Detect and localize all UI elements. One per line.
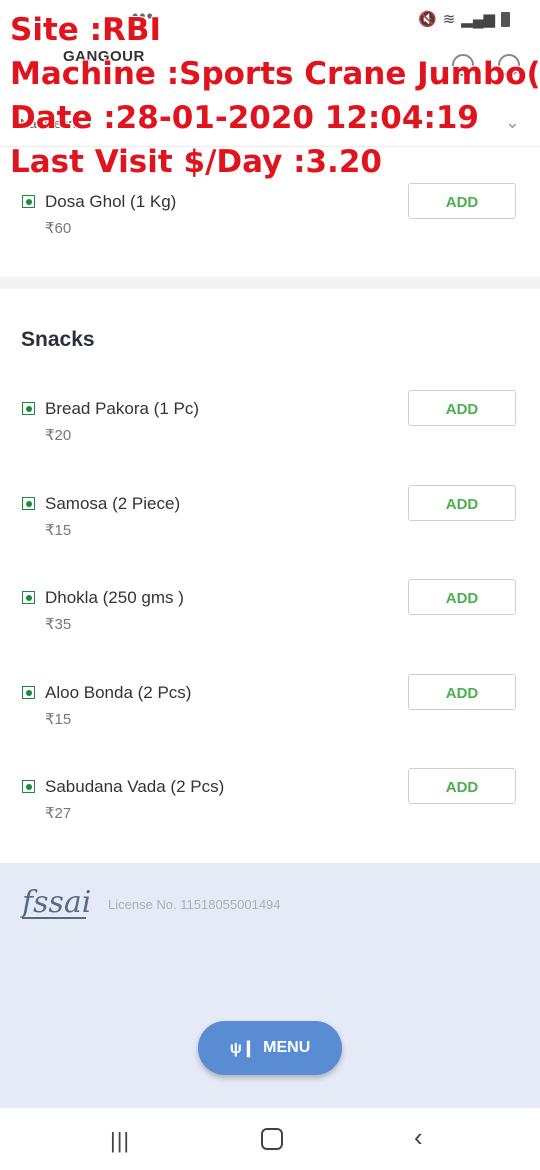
veg-icon xyxy=(22,591,35,604)
section-divider xyxy=(0,277,540,289)
item-price: ₹27 xyxy=(45,805,72,822)
veg-icon xyxy=(22,195,35,208)
veg-icon xyxy=(22,686,35,699)
cutlery-icon: ψ❙ xyxy=(229,1040,256,1057)
add-button[interactable]: ADD xyxy=(408,485,516,521)
system-nav-bar: ||| ‹ xyxy=(0,1108,540,1170)
item-name: Dhokla (250 gms ) xyxy=(45,588,184,607)
overlay-last-visit: Last Visit $/Day :3.20 xyxy=(10,144,382,180)
license-number: License No. 11518055001494 xyxy=(108,897,281,912)
debug-overlay: Site :RBI Machine :Sports Crane Jumbo( D… xyxy=(10,8,540,184)
home-icon[interactable] xyxy=(261,1128,283,1150)
list-item: Dosa Ghol (1 Kg) ₹60 ADD xyxy=(0,183,540,252)
list-item: Sabudana Vada (2 Pcs) ₹27 ADD xyxy=(0,768,540,837)
veg-icon xyxy=(22,780,35,793)
item-name: Bread Pakora (1 Pc) xyxy=(45,399,200,418)
item-name: Samosa (2 Piece) xyxy=(45,494,181,513)
veg-icon xyxy=(22,402,35,415)
list-item: Samosa (2 Piece) ₹15 ADD xyxy=(0,485,540,554)
veg-icon xyxy=(22,497,35,510)
item-name: Aloo Bonda (2 Pcs) xyxy=(45,683,192,702)
list-item: Aloo Bonda (2 Pcs) ₹15 ADD xyxy=(0,674,540,743)
menu-button[interactable]: ψ❙ MENU xyxy=(198,1021,342,1075)
add-button[interactable]: ADD xyxy=(408,674,516,710)
back-icon[interactable]: ‹ xyxy=(414,1122,423,1153)
menu-button-label: MENU xyxy=(263,1039,311,1056)
fssai-logo-underline xyxy=(22,917,86,919)
fssai-logo: fssai xyxy=(22,885,92,920)
list-item: Dhokla (250 gms ) ₹35 ADD xyxy=(0,579,540,648)
item-name: Dosa Ghol (1 Kg) xyxy=(45,192,177,211)
add-button[interactable]: ADD xyxy=(408,390,516,426)
item-price: ₹15 xyxy=(45,711,72,728)
add-button[interactable]: ADD xyxy=(408,183,516,219)
item-price: ₹35 xyxy=(45,616,72,633)
section-title-snacks: Snacks xyxy=(21,328,95,351)
add-button[interactable]: ADD xyxy=(408,579,516,615)
recent-apps-icon[interactable]: ||| xyxy=(110,1128,130,1154)
item-price: ₹20 xyxy=(45,427,72,444)
overlay-machine: Machine :Sports Crane Jumbo( xyxy=(10,56,540,92)
list-item: Bread Pakora (1 Pc) ₹20 ADD xyxy=(0,390,540,459)
overlay-date: Date :28-01-2020 12:04:19 xyxy=(10,100,479,136)
item-name: Sabudana Vada (2 Pcs) xyxy=(45,777,225,796)
footer: fssai License No. 11518055001494 ψ❙ MENU xyxy=(0,863,540,1108)
item-price: ₹60 xyxy=(45,220,72,237)
add-button[interactable]: ADD xyxy=(408,768,516,804)
item-price: ₹15 xyxy=(45,522,72,539)
overlay-site: Site :RBI xyxy=(10,12,162,48)
